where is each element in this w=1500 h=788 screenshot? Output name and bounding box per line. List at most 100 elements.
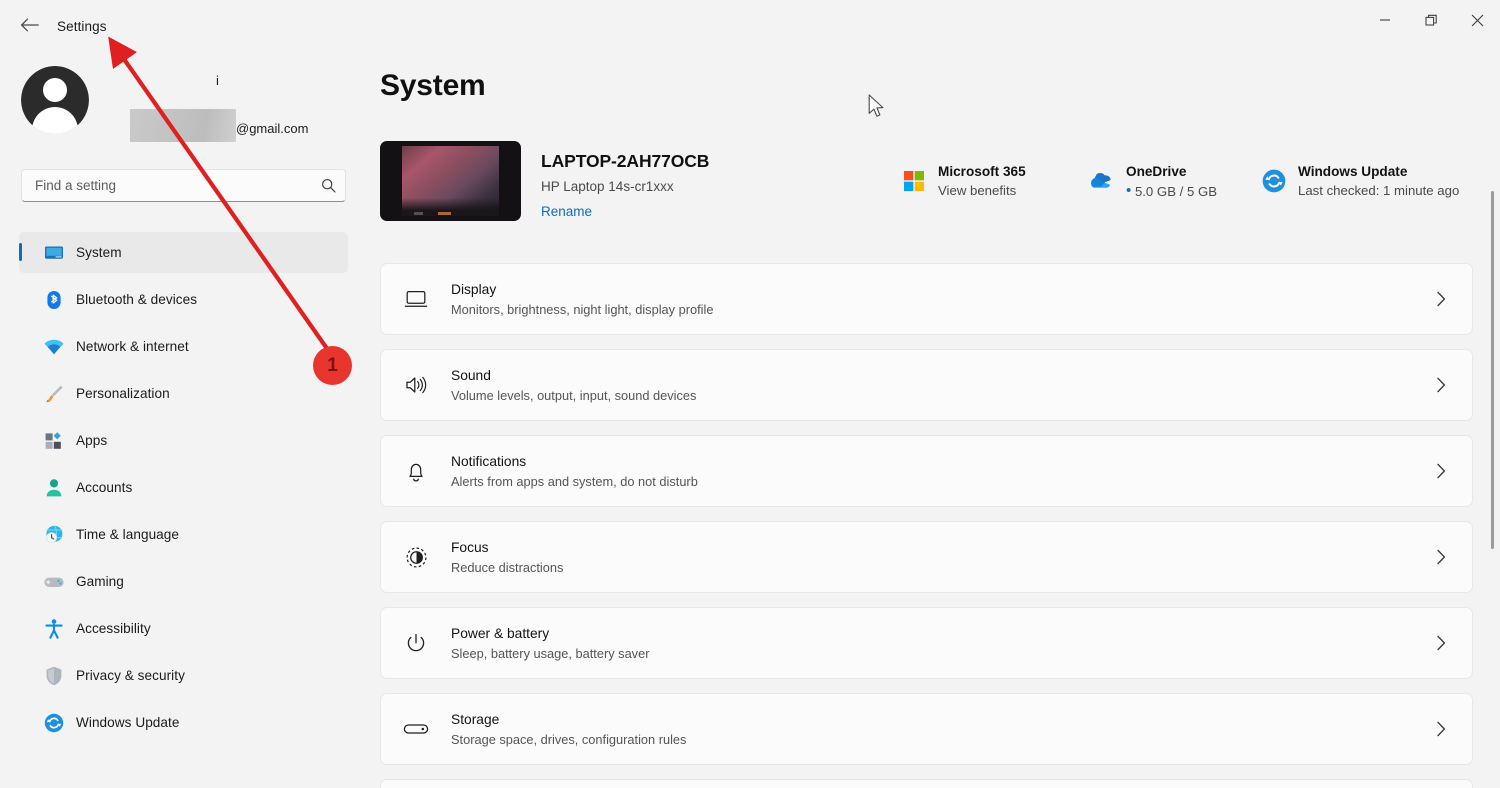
speaker-icon xyxy=(381,374,451,396)
window-controls xyxy=(1362,0,1500,48)
sidebar: i @gmail.com System xyxy=(0,48,365,788)
settings-card-storage[interactable]: Storage Storage space, drives, configura… xyxy=(380,693,1473,765)
device-name: LAPTOP-2AH77OCB xyxy=(541,151,710,171)
microsoft-logo-icon xyxy=(895,163,933,199)
settings-card-power-battery[interactable]: Power & battery Sleep, battery usage, ba… xyxy=(380,607,1473,679)
search-input[interactable] xyxy=(22,178,311,193)
status-dot-indicator: • xyxy=(1126,182,1132,199)
status-subtitle: View benefits xyxy=(938,183,1017,198)
card-title: Focus xyxy=(451,539,489,555)
restore-button[interactable] xyxy=(1408,0,1454,40)
card-title: Sound xyxy=(451,367,491,383)
accessibility-person-icon xyxy=(35,617,73,641)
sidebar-item-label: Windows Update xyxy=(76,715,180,730)
device-header: LAPTOP-2AH77OCB HP Laptop 14s-cr1xxx Ren… xyxy=(380,141,1480,221)
sidebar-nav: System Bluetooth & devices Network & int… xyxy=(19,232,348,749)
status-onedrive[interactable]: OneDrive • 5.0 GB / 5 GB xyxy=(1083,163,1217,201)
page-title: System xyxy=(380,69,486,102)
card-subtitle: Sleep, battery usage, battery saver xyxy=(451,645,650,661)
focus-circle-icon xyxy=(381,546,451,569)
sidebar-item-label: Privacy & security xyxy=(76,668,185,683)
settings-card-notifications[interactable]: Notifications Alerts from apps and syste… xyxy=(380,435,1473,507)
sidebar-item-label: Bluetooth & devices xyxy=(76,292,198,307)
clock-globe-icon xyxy=(35,523,73,547)
chevron-right-icon[interactable] xyxy=(1410,635,1472,651)
gamepad-icon xyxy=(35,570,73,594)
chevron-right-icon[interactable] xyxy=(1410,549,1472,565)
search-box[interactable] xyxy=(21,169,346,202)
sidebar-item-apps[interactable]: Apps xyxy=(19,420,348,461)
onedrive-cloud-icon xyxy=(1083,163,1121,199)
minimize-button[interactable] xyxy=(1362,0,1408,40)
status-subtitle: • 5.0 GB / 5 GB xyxy=(1126,182,1218,199)
sidebar-item-gaming[interactable]: Gaming xyxy=(19,561,348,602)
status-title: OneDrive xyxy=(1126,164,1187,179)
sidebar-item-network-internet[interactable]: Network & internet xyxy=(19,326,348,367)
minimize-icon xyxy=(1379,14,1391,26)
sidebar-item-label: Apps xyxy=(76,433,108,448)
status-subtitle: Last checked: 1 minute ago xyxy=(1298,183,1460,198)
avatar xyxy=(21,66,89,134)
settings-card-list: Display Monitors, brightness, night ligh… xyxy=(380,263,1473,788)
power-icon xyxy=(381,632,451,655)
account-section[interactable]: i @gmail.com xyxy=(21,66,341,142)
device-model: HP Laptop 14s-cr1xxx xyxy=(541,179,674,194)
card-title: Storage xyxy=(451,711,500,727)
close-button[interactable] xyxy=(1454,0,1500,40)
close-icon xyxy=(1471,14,1484,27)
settings-card-display[interactable]: Display Monitors, brightness, night ligh… xyxy=(380,263,1473,335)
status-windows-update[interactable]: Windows Update Last checked: 1 minute ag… xyxy=(1255,163,1459,200)
card-subtitle: Volume levels, output, input, sound devi… xyxy=(451,387,697,403)
settings-window: Settings i @gmail.com Find a setting Sys… xyxy=(0,0,1500,788)
laptop-device-thumbnail xyxy=(380,141,521,221)
wifi-icon xyxy=(35,335,73,359)
sidebar-item-label: Time & language xyxy=(76,527,180,542)
person-icon xyxy=(35,476,73,500)
bell-icon xyxy=(381,460,451,483)
sidebar-item-privacy-security[interactable]: Privacy & security xyxy=(19,655,348,696)
settings-card-focus[interactable]: Focus Reduce distractions xyxy=(380,521,1473,593)
status-row: Microsoft 365 View benefits OneDrive • 5… xyxy=(895,151,1495,213)
mouse-cursor xyxy=(868,94,886,125)
sidebar-item-label: Network & internet xyxy=(76,339,189,354)
settings-card-partial-next[interactable] xyxy=(380,779,1473,788)
status-microsoft365[interactable]: Microsoft 365 View benefits xyxy=(895,163,1026,200)
sidebar-item-personalization[interactable]: Personalization xyxy=(19,373,348,414)
back-button[interactable] xyxy=(14,14,44,36)
bluetooth-icon xyxy=(35,288,73,312)
sidebar-item-system[interactable]: System xyxy=(19,232,348,273)
chevron-right-icon[interactable] xyxy=(1410,721,1472,737)
sidebar-item-accessibility[interactable]: Accessibility xyxy=(19,608,348,649)
sidebar-item-windows-update[interactable]: Windows Update xyxy=(19,702,348,743)
account-email-domain: @gmail.com xyxy=(236,121,309,136)
search-icon[interactable] xyxy=(311,178,345,193)
sidebar-item-bluetooth-devices[interactable]: Bluetooth & devices xyxy=(19,279,348,320)
sidebar-item-label: System xyxy=(76,245,122,260)
shield-icon xyxy=(35,664,73,688)
card-subtitle: Reduce distractions xyxy=(451,559,564,575)
app-title: Settings xyxy=(57,19,107,34)
chevron-right-icon[interactable] xyxy=(1410,377,1472,393)
main-content: System LAPTOP-2AH77OCB HP Laptop 14s-cr1… xyxy=(365,48,1500,788)
restore-icon xyxy=(1424,14,1438,27)
monitor-icon xyxy=(35,241,73,265)
chevron-right-icon[interactable] xyxy=(1410,463,1472,479)
status-title: Microsoft 365 xyxy=(938,164,1026,179)
rename-link[interactable]: Rename xyxy=(541,204,592,219)
redaction-box xyxy=(130,109,236,142)
sidebar-item-time-language[interactable]: Time & language xyxy=(19,514,348,555)
storage-drive-icon xyxy=(381,721,451,737)
apps-grid-icon xyxy=(35,429,73,453)
card-title: Power & battery xyxy=(451,625,550,641)
sidebar-item-label: Accounts xyxy=(76,480,133,495)
title-bar: Settings xyxy=(0,0,1500,48)
sidebar-item-label: Accessibility xyxy=(76,621,151,636)
vertical-scrollbar[interactable] xyxy=(1491,191,1494,549)
settings-card-sound[interactable]: Sound Volume levels, output, input, soun… xyxy=(380,349,1473,421)
card-title: Display xyxy=(451,281,497,297)
sidebar-item-accounts[interactable]: Accounts xyxy=(19,467,348,508)
chevron-right-icon[interactable] xyxy=(1410,291,1472,307)
account-name-visible-tail: i xyxy=(216,73,219,88)
paintbrush-icon xyxy=(35,382,73,406)
card-subtitle: Monitors, brightness, night light, displ… xyxy=(451,301,714,317)
